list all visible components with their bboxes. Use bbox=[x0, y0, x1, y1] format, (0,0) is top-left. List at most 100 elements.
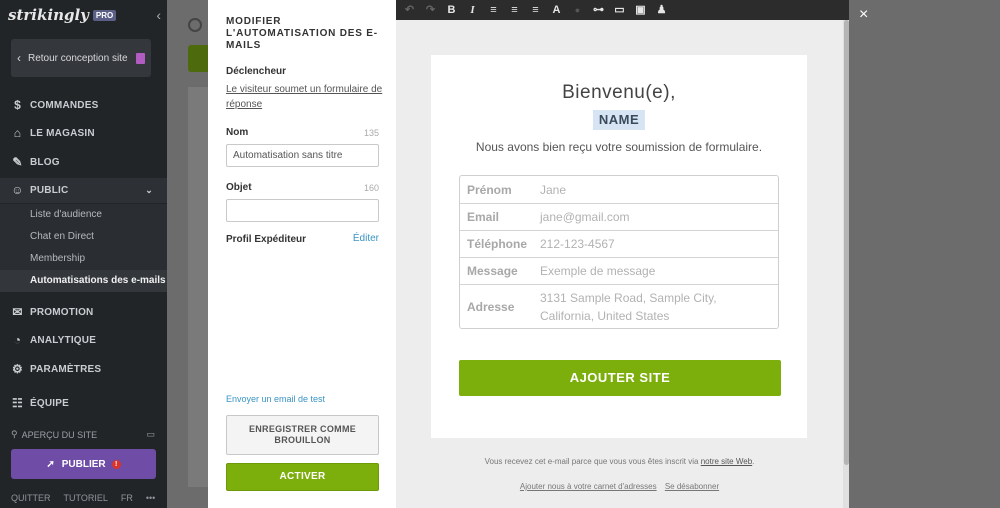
image-icon[interactable]: ▣ bbox=[633, 0, 648, 20]
nav-promotion[interactable]: ✉ PROMOTION bbox=[0, 302, 167, 322]
subject-input[interactable] bbox=[226, 199, 379, 222]
pen-icon: ✎ bbox=[12, 154, 23, 169]
activate-button[interactable]: ACTIVER bbox=[226, 463, 379, 491]
nav-label: BLOG bbox=[30, 156, 60, 168]
scrollbar-thumb[interactable] bbox=[844, 20, 849, 465]
align-center-icon[interactable]: ≡ bbox=[507, 0, 522, 20]
pro-badge: PRO bbox=[92, 9, 117, 21]
field-label: Prénom bbox=[467, 182, 512, 197]
name-input[interactable] bbox=[226, 144, 379, 167]
subject-char-count: 160 bbox=[363, 183, 379, 193]
chevron-left-icon: ‹ bbox=[17, 50, 21, 65]
strikingly-logo[interactable]: strikingly bbox=[8, 6, 89, 24]
button-icon[interactable]: ▭ bbox=[612, 0, 627, 20]
nav-label: ÉQUIPE bbox=[30, 397, 69, 409]
nav-equipe[interactable]: ☷ ÉQUIPE bbox=[0, 393, 167, 413]
megaphone-icon: ✉ bbox=[12, 304, 23, 319]
received-message[interactable]: Nous avons bien reçu votre soumission de… bbox=[431, 140, 807, 154]
nav-public[interactable]: ☺ PUBLIC ⌄ bbox=[0, 178, 167, 203]
email-preview-area: Bienvenu(e), NAME Nous avons bien reçu v… bbox=[396, 20, 849, 508]
site-preview-row[interactable]: ⚲ APERÇU DU SITE ▭ bbox=[0, 429, 167, 440]
close-icon[interactable]: × bbox=[859, 6, 868, 24]
send-test-email-link[interactable]: Envoyer un email de test bbox=[226, 394, 325, 404]
page-icon bbox=[136, 52, 145, 64]
nav-parametres[interactable]: ⚙ PARAMÈTRES bbox=[0, 359, 167, 379]
logo-row: strikingly PRO ‹ bbox=[0, 0, 167, 30]
name-char-count: 135 bbox=[363, 128, 379, 138]
field-value: Jane bbox=[540, 182, 567, 197]
trigger-label: Déclencheur bbox=[226, 66, 287, 77]
nav-commandes[interactable]: $ COMMANDES bbox=[0, 95, 167, 115]
dollar-icon: $ bbox=[14, 97, 21, 112]
email-footer-notice: Vous recevez cet e-mail parce que vous v… bbox=[484, 457, 755, 466]
form-fields-table: Prénom Jane Email jane@gmail.com Télépho… bbox=[459, 175, 779, 329]
undo-icon[interactable]: ↶ bbox=[402, 0, 417, 20]
back-to-site-design-button[interactable]: ‹ Retour conception site bbox=[11, 39, 151, 77]
chart-icon: ◔ bbox=[13, 332, 22, 347]
save-draft-button[interactable]: ENREGISTRER COMME BROUILLON bbox=[226, 415, 379, 455]
greeting-heading[interactable]: Bienvenu(e), bbox=[431, 82, 807, 104]
name-merge-tag[interactable]: NAME bbox=[593, 110, 645, 130]
table-row: Email jane@gmail.com bbox=[460, 203, 778, 230]
sender-profile-label: Profil Expéditeur bbox=[226, 234, 307, 245]
background-panel bbox=[188, 87, 208, 487]
field-value: jane@gmail.com bbox=[540, 210, 630, 224]
people-icon: ☺ bbox=[11, 183, 24, 197]
sub-item-email-automations[interactable]: Automatisations des e-mails bbox=[0, 270, 167, 292]
scrollbar-track[interactable] bbox=[843, 20, 849, 508]
table-row: Prénom Jane bbox=[460, 176, 778, 203]
publish-label: PUBLIER bbox=[61, 458, 106, 470]
nav-le-magasin[interactable]: ⌂ LE MAGASIN bbox=[0, 123, 167, 143]
add-to-address-book-link[interactable]: Ajouter nous à votre carnet d'adresses bbox=[520, 482, 657, 491]
language-selector[interactable]: FR bbox=[121, 493, 133, 503]
link-icon[interactable]: ⊶ bbox=[591, 0, 606, 20]
table-row: Message Exemple de message bbox=[460, 257, 778, 284]
automation-settings-panel: MODIFIER L'AUTOMATISATION DES E-MAILS Dé… bbox=[208, 0, 396, 508]
table-row: Téléphone 212-123-4567 bbox=[460, 230, 778, 257]
tutorial-link[interactable]: TUTORIEL bbox=[64, 493, 108, 503]
nav-blog[interactable]: ✎ BLOG bbox=[0, 152, 167, 172]
publish-button[interactable]: ➚ PUBLIER ! bbox=[11, 449, 156, 479]
desktop-icon[interactable]: ▭ bbox=[146, 429, 155, 440]
footer-notice-text: Vous recevez cet e-mail parce que vous v… bbox=[484, 457, 699, 466]
field-label: Téléphone bbox=[467, 237, 528, 251]
trigger-link[interactable]: Le visiteur soumet un formulaire de répo… bbox=[226, 82, 386, 112]
collapse-sidebar-icon[interactable]: ‹ bbox=[156, 7, 161, 23]
rocket-icon: ➚ bbox=[46, 458, 55, 470]
nav-label: PUBLIC bbox=[30, 185, 69, 196]
sub-item-audience-list[interactable]: Liste d'audience bbox=[0, 204, 167, 226]
search-icon: ⚲ bbox=[11, 429, 18, 439]
subject-label: Objet bbox=[226, 182, 252, 193]
edit-sender-link[interactable]: Éditer bbox=[353, 233, 379, 244]
more-menu-icon[interactable]: ••• bbox=[146, 493, 155, 503]
align-right-icon[interactable]: ≡ bbox=[528, 0, 543, 20]
site-preview-label: APERÇU DU SITE bbox=[21, 429, 98, 440]
align-left-icon[interactable]: ≡ bbox=[486, 0, 501, 20]
person-icon[interactable]: ♟ bbox=[654, 0, 669, 20]
unsubscribe-link[interactable]: Se désabonner bbox=[665, 482, 719, 491]
field-value: Exemple de message bbox=[540, 264, 656, 278]
nav-analytique[interactable]: ◔ ANALYTIQUE bbox=[0, 330, 167, 350]
store-icon: ⌂ bbox=[13, 125, 22, 140]
color-dot-icon[interactable]: ● bbox=[570, 0, 585, 20]
field-label: Email bbox=[467, 210, 500, 224]
chevron-down-icon: ⌄ bbox=[145, 185, 153, 195]
name-label: Nom bbox=[226, 127, 249, 138]
back-button-label: Retour conception site bbox=[28, 52, 128, 64]
field-label: Message bbox=[467, 264, 518, 278]
quit-link[interactable]: QUITTER bbox=[11, 493, 51, 503]
italic-icon[interactable]: I bbox=[465, 0, 480, 20]
website-link[interactable]: notre site Web bbox=[701, 457, 752, 466]
team-icon: ☷ bbox=[12, 395, 23, 410]
field-value: 3131 Sample Road, Sample City, Californi… bbox=[540, 290, 717, 323]
email-footer-links: Ajouter nous à votre carnet d'adresses S… bbox=[396, 482, 843, 491]
email-card: Bienvenu(e), NAME Nous avons bien reçu v… bbox=[431, 55, 807, 438]
redo-icon[interactable]: ↷ bbox=[423, 0, 438, 20]
add-site-cta-button[interactable]: AJOUTER SITE bbox=[459, 360, 781, 396]
sub-item-live-chat[interactable]: Chat en Direct bbox=[0, 226, 167, 248]
nav-label: COMMANDES bbox=[30, 99, 99, 111]
sub-item-membership[interactable]: Membership bbox=[0, 248, 167, 270]
text-color-icon[interactable]: A bbox=[549, 0, 564, 20]
field-value: 212-123-4567 bbox=[540, 237, 615, 251]
bold-icon[interactable]: B bbox=[444, 0, 459, 20]
